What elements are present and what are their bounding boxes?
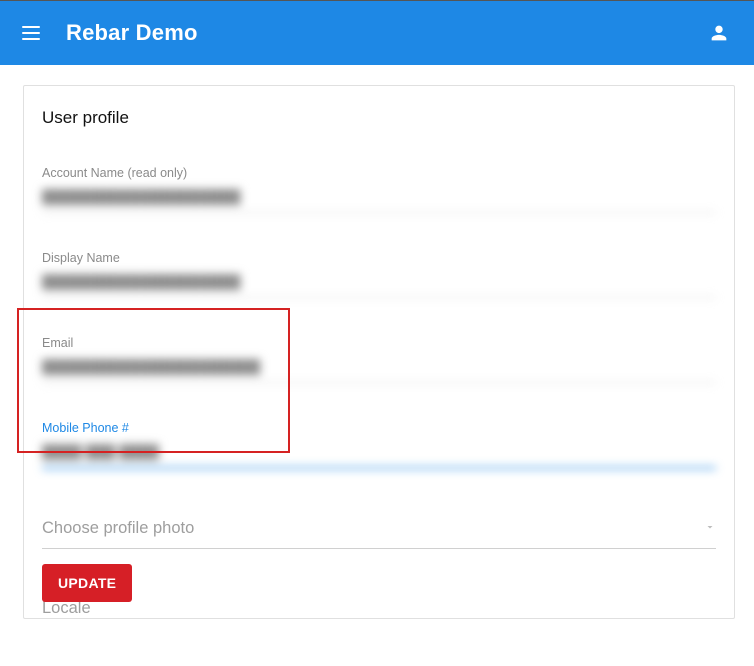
- display-name-label: Display Name: [42, 251, 716, 265]
- email-input[interactable]: [42, 356, 716, 383]
- caret-down-icon: [704, 520, 716, 538]
- hamburger-menu-icon[interactable]: [22, 22, 44, 44]
- account-name-field: Account Name (read only): [42, 166, 716, 213]
- profile-photo-placeholder: Choose profile photo: [42, 519, 704, 538]
- user-profile-card: User profile Account Name (read only) Di…: [23, 85, 735, 619]
- app-bar: Rebar Demo: [0, 1, 754, 65]
- email-field: Email: [42, 336, 716, 383]
- mobile-phone-label: Mobile Phone #: [42, 421, 716, 435]
- user-avatar-icon[interactable]: [704, 18, 734, 48]
- account-name-input: [42, 186, 716, 213]
- display-name-field: Display Name: [42, 251, 716, 298]
- locale-label: Locale: [42, 599, 716, 618]
- profile-photo-select[interactable]: Choose profile photo: [42, 517, 716, 549]
- card-title: User profile: [42, 108, 716, 128]
- mobile-phone-field: Mobile Phone #: [42, 421, 716, 469]
- mobile-phone-input[interactable]: [42, 441, 716, 469]
- account-name-label: Account Name (read only): [42, 166, 716, 180]
- update-button[interactable]: UPDATE: [42, 564, 132, 602]
- email-label: Email: [42, 336, 716, 350]
- display-name-input[interactable]: [42, 271, 716, 298]
- app-title: Rebar Demo: [66, 20, 198, 46]
